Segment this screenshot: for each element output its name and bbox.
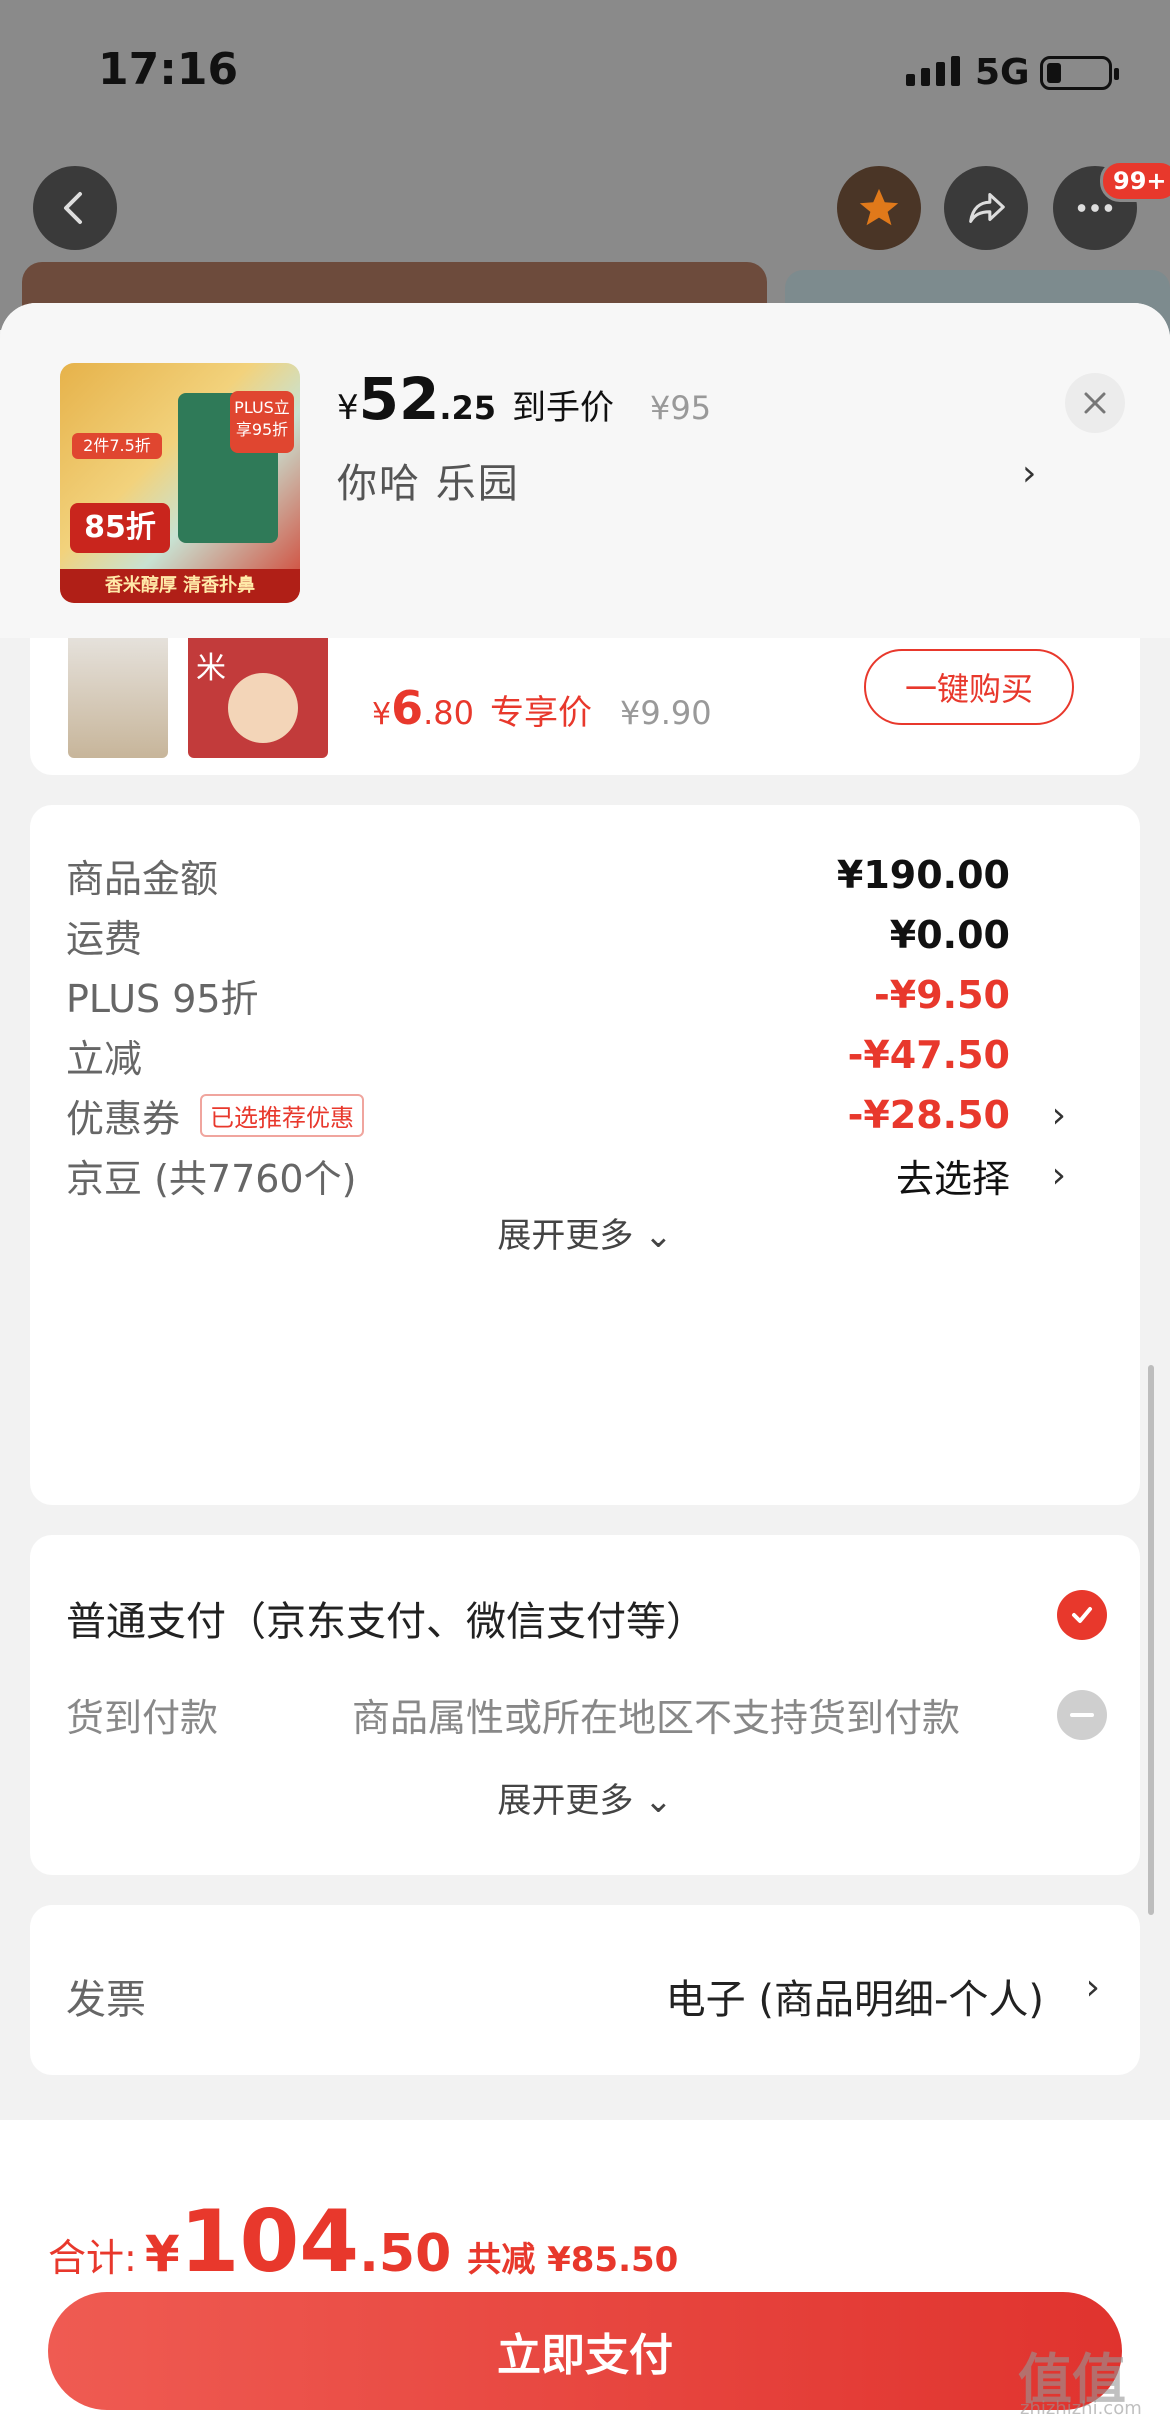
amount-row-shipping: 运费 ¥0.00 xyxy=(66,913,1010,961)
pay-now-button[interactable]: 立即支付 xyxy=(48,2292,1122,2410)
checkout-sheet: 2件7.5折 PLUS立享95折 85折 香米醇厚 清香扑鼻 ¥ 52 .25 … xyxy=(0,303,1170,2430)
expand-more-amounts[interactable]: 展开更多 ⌄ xyxy=(30,1208,1140,1257)
back-button[interactable] xyxy=(33,166,117,250)
invoice-value: 电子 (商品明细-个人) xyxy=(665,1977,1044,2023)
original-price: ¥95 xyxy=(650,389,712,427)
product-header: 2件7.5折 PLUS立享95折 85折 香米醇厚 清香扑鼻 ¥ 52 .25 … xyxy=(0,303,1170,638)
one-click-buy-button[interactable]: 一键购买 xyxy=(864,649,1074,725)
payment-option-normal[interactable]: 普通支付（京东支付、微信支付等） xyxy=(66,1589,706,1647)
payment-option-cod: 货到付款 xyxy=(66,1696,219,1740)
favorite-button[interactable] xyxy=(837,166,921,250)
close-button[interactable] xyxy=(1065,373,1125,433)
exclusive-price: ¥ 6 .80 专享价 ¥9.90 xyxy=(372,681,712,735)
amount-row-jingdou[interactable]: 京豆 (共7760个) 去选择 › xyxy=(66,1145,1106,1205)
amount-row-coupon[interactable]: 优惠券 已选推荐优惠 -¥28.50 › xyxy=(66,1085,1106,1145)
notification-badge: 99+ xyxy=(1100,160,1170,202)
product-image-coupon: 2件7.5折 xyxy=(72,433,162,459)
amount-row-plus: PLUS 95折 -¥9.50 xyxy=(66,973,1010,1021)
coupon-tag: 已选推荐优惠 xyxy=(200,1093,365,1137)
final-price-label: 到手价 xyxy=(512,388,615,428)
product-image-slogan: 香米醇厚 清香扑鼻 xyxy=(60,569,300,603)
product-image: 2件7.5折 PLUS立享95折 85折 香米醇厚 清香扑鼻 xyxy=(60,363,300,603)
star-icon xyxy=(859,188,899,226)
amount-details-card: 商品金额 ¥190.00 运费 ¥0.00 PLUS 95折 -¥9.50 立减… xyxy=(30,805,1140,1505)
chevron-right-icon: › xyxy=(1085,1967,1100,2008)
final-price: ¥ 52 .25 到手价 ¥95 xyxy=(337,365,712,433)
invoice-card[interactable]: 发票 电子 (商品明细-个人) › xyxy=(30,1905,1140,2075)
disabled-icon xyxy=(1057,1690,1107,1740)
payment-method-card: 普通支付（京东支付、微信支付等） 货到付款 商品属性或所在地区不支持货到付款 展… xyxy=(30,1535,1140,1875)
chevron-right-icon: › xyxy=(1051,1094,1066,1136)
share-button[interactable] xyxy=(944,166,1028,250)
close-icon xyxy=(1084,392,1106,414)
watermark-url: zhizhizhi.com xyxy=(1020,2398,1142,2419)
payment-cod-note: 商品属性或所在地区不支持货到付款 xyxy=(352,1696,961,1740)
chevron-right-icon: › xyxy=(1051,1154,1066,1196)
product-image-plus: PLUS立享95折 xyxy=(230,391,294,453)
share-icon xyxy=(969,193,1005,223)
battery-icon xyxy=(1040,56,1119,90)
back-arrow-icon xyxy=(64,192,82,224)
scrollbar[interactable] xyxy=(1148,1365,1154,1915)
total-amount: 合计: ¥ 104 .50 共减 ¥85.50 xyxy=(48,2192,679,2292)
chevron-right-icon[interactable]: › xyxy=(1022,453,1036,494)
checkmark-icon[interactable] xyxy=(1057,1590,1107,1640)
network-label: 5G xyxy=(975,52,1030,93)
checkout-footer: 合计: ¥ 104 .50 共减 ¥85.50 立即支付 xyxy=(0,2120,1170,2430)
amount-row-instant-discount: 立减 -¥47.50 xyxy=(66,1033,1010,1081)
product-image-discount: 85折 xyxy=(70,503,170,553)
invoice-label: 发票 xyxy=(66,1977,146,2023)
recommend-original-price: ¥9.90 xyxy=(620,694,712,732)
total-saved: 共减 ¥85.50 xyxy=(467,2240,679,2280)
status-time: 17:16 xyxy=(98,44,239,95)
status-bar: 17:16 5G xyxy=(0,0,1170,140)
product-spec[interactable]: 你哈 乐园 xyxy=(337,451,520,509)
expand-more-payment[interactable]: 展开更多 ⌄ xyxy=(30,1773,1140,1822)
signal-icon xyxy=(906,56,960,86)
amount-row-goods: 商品金额 ¥190.00 xyxy=(66,853,1010,901)
